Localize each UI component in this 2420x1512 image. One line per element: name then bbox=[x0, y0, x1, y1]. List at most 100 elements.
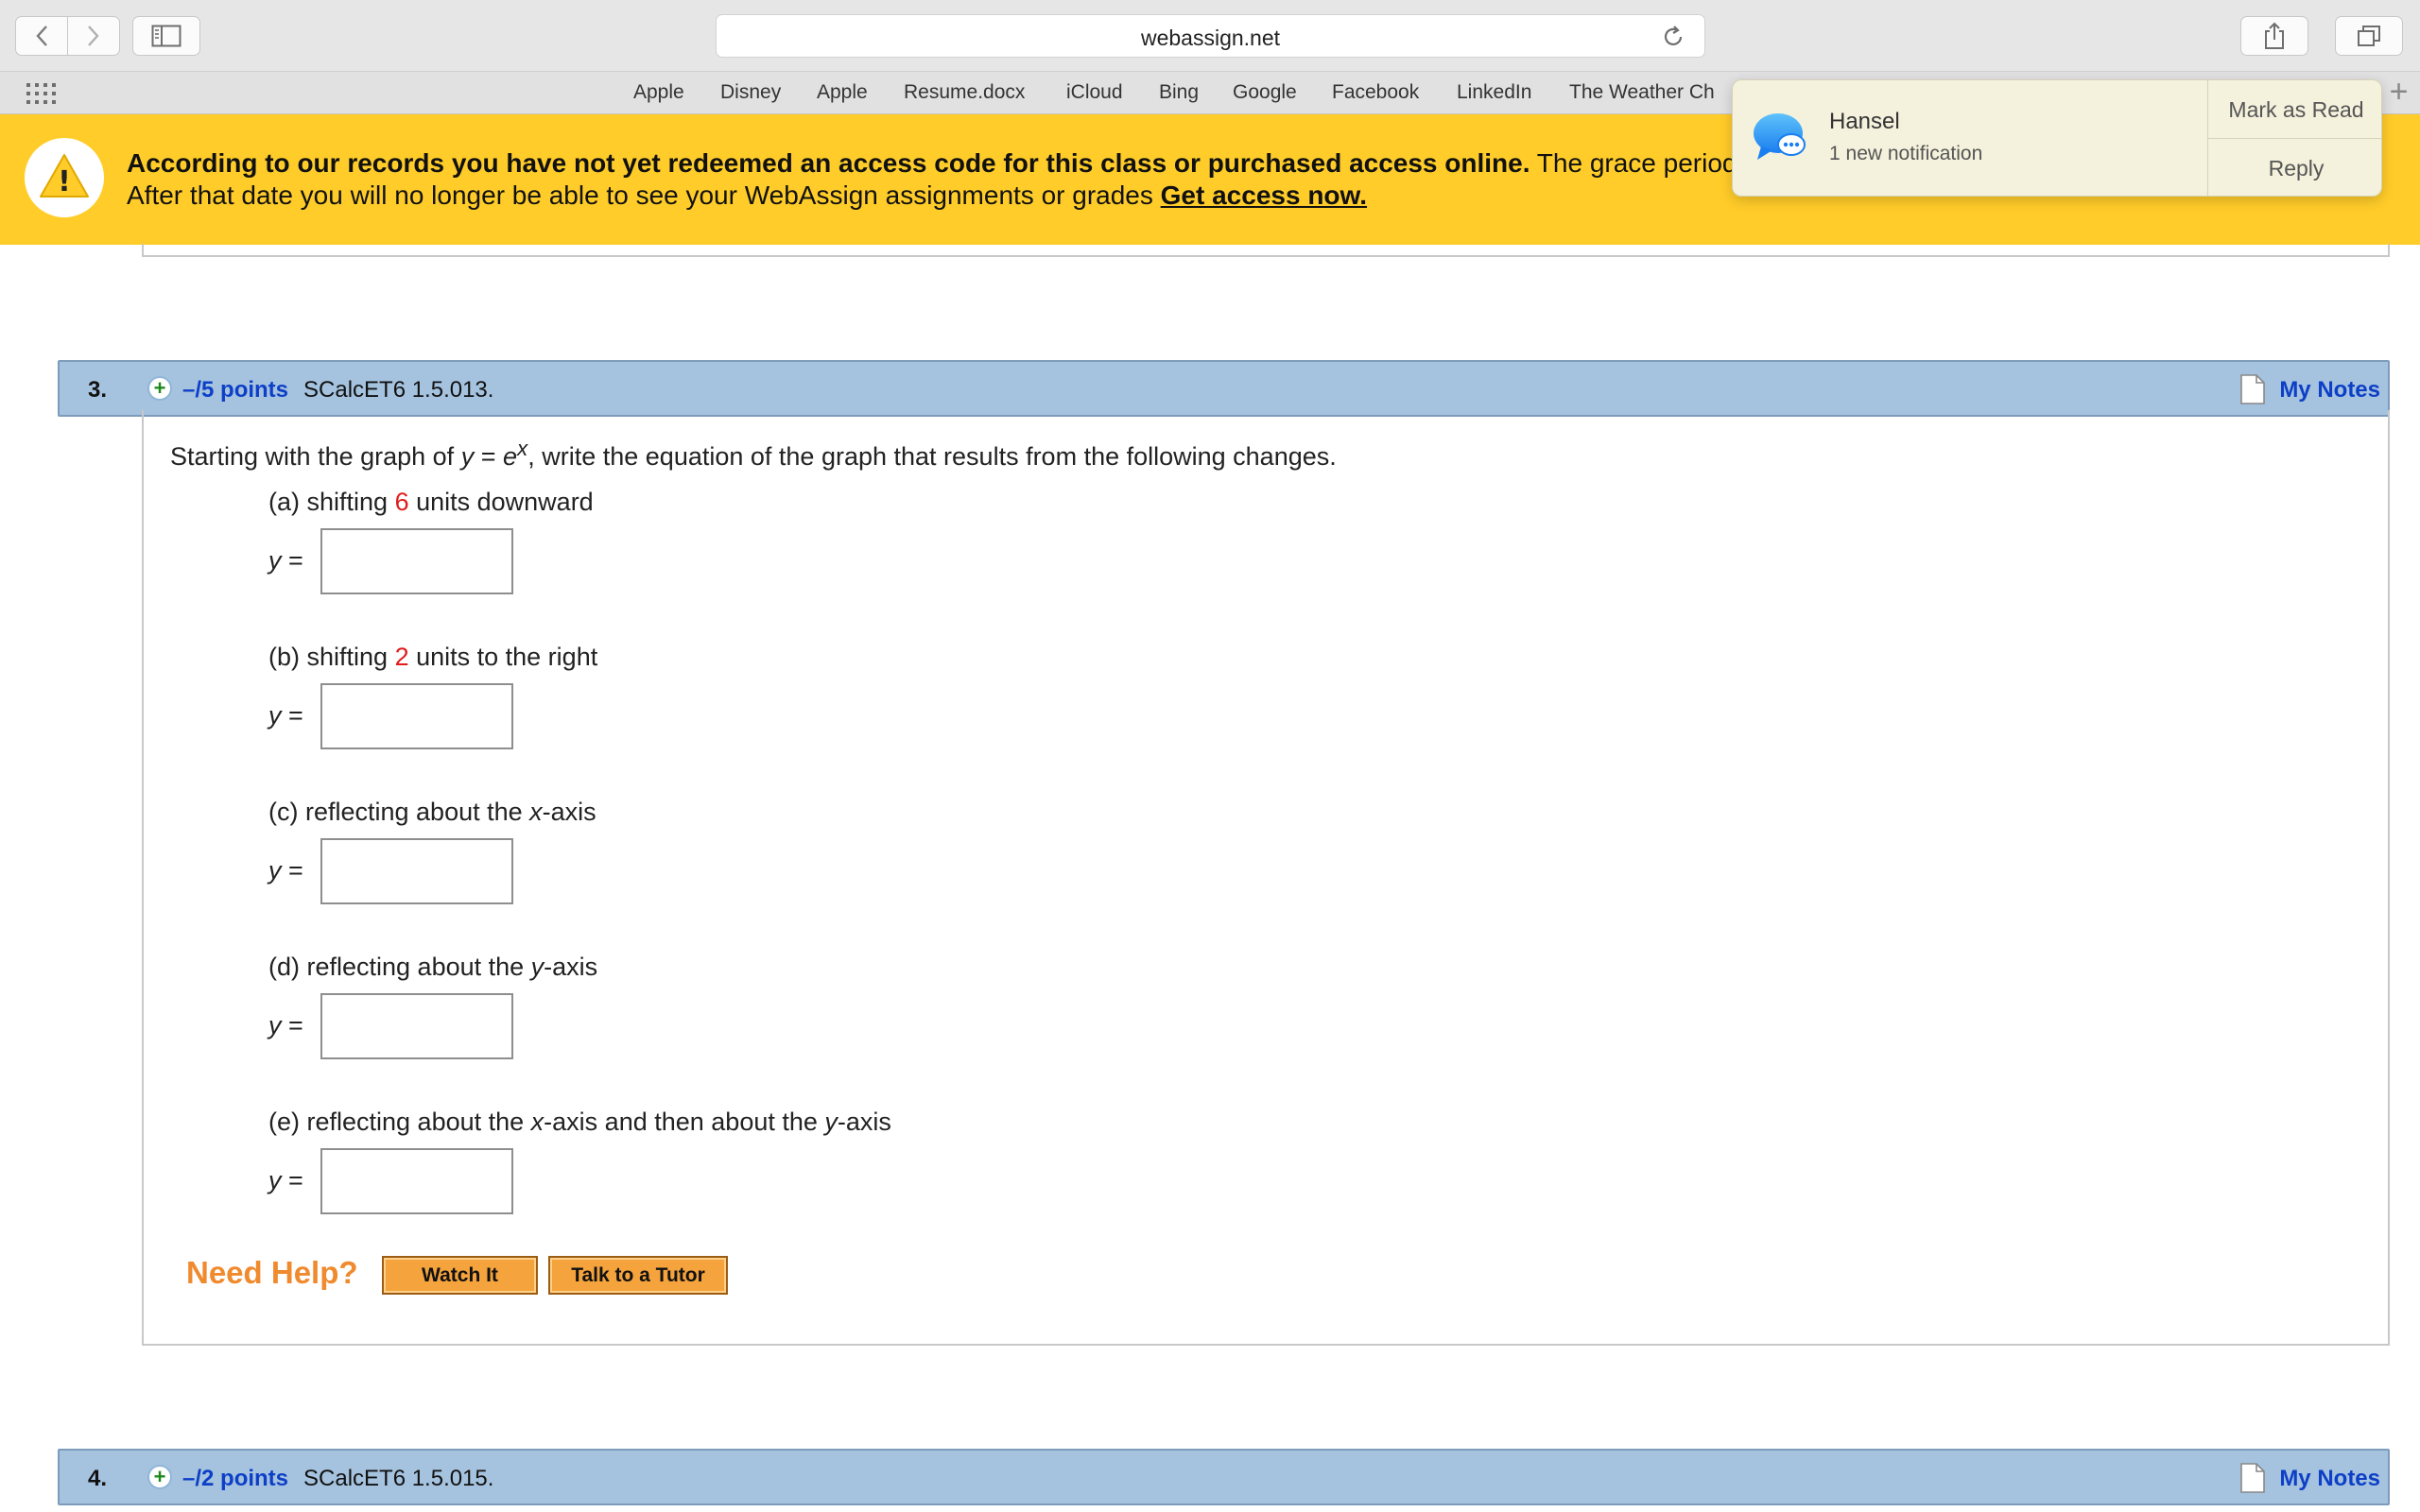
part-e-text-mid: -axis and then about the bbox=[544, 1108, 825, 1136]
answer-input-c[interactable] bbox=[320, 838, 513, 904]
warning-glyph: ! bbox=[58, 165, 71, 198]
question-3-header: 3. + –/5 points SCalcET6 1.5.013. My Not… bbox=[58, 360, 2390, 417]
part-a-text: (a) shifting bbox=[268, 488, 395, 516]
browser-toolbar: webassign.net bbox=[0, 0, 2420, 71]
expand-question-button[interactable]: + bbox=[147, 376, 172, 401]
favorite-icloud[interactable]: iCloud bbox=[1066, 81, 1123, 104]
banner-tail-text: The grace period bbox=[1530, 148, 1737, 178]
favorite-apple-2[interactable]: Apple bbox=[817, 81, 868, 104]
question-4-header: 4. + –/2 points SCalcET6 1.5.015. My Not… bbox=[58, 1449, 2390, 1505]
banner-bold-text: According to our records you have not ye… bbox=[127, 148, 1530, 178]
prompt-text-start: Starting with the graph of bbox=[170, 442, 461, 471]
favorite-apple[interactable]: Apple bbox=[633, 81, 684, 104]
favorite-disney[interactable]: Disney bbox=[720, 81, 781, 104]
part-c-label: (c) reflecting about the x-axis bbox=[268, 798, 596, 827]
plus-icon: + bbox=[153, 1465, 166, 1488]
answer-input-b[interactable] bbox=[320, 683, 513, 749]
prompt-var-y: y bbox=[460, 442, 475, 471]
url-text: webassign.net bbox=[1140, 26, 1281, 50]
notification-subtitle: 1 new notification bbox=[1829, 143, 1983, 164]
forward-button[interactable] bbox=[67, 16, 120, 56]
tabs-icon bbox=[2358, 26, 2380, 46]
equals-sign: = bbox=[281, 1011, 303, 1040]
messages-notification[interactable]: Hansel 1 new notification Mark as Read R… bbox=[1732, 79, 2382, 197]
back-chevron-icon bbox=[36, 26, 47, 46]
show-tabs-button[interactable] bbox=[2335, 16, 2403, 56]
part-b-text-end: units to the right bbox=[408, 643, 598, 671]
banner-message-line2: After that date you will no longer be ab… bbox=[127, 180, 1367, 211]
question-points[interactable]: –/2 points bbox=[182, 1466, 288, 1492]
sidebar-icon bbox=[151, 25, 182, 47]
part-d-label: (d) reflecting about the y-axis bbox=[268, 953, 597, 982]
favorite-facebook[interactable]: Facebook bbox=[1332, 81, 1419, 104]
banner-message-line1: According to our records you have not ye… bbox=[127, 148, 1737, 179]
share-button[interactable] bbox=[2240, 16, 2308, 56]
answer-input-a[interactable] bbox=[320, 528, 513, 594]
new-tab-button[interactable]: + bbox=[2377, 71, 2420, 114]
y-var: y bbox=[268, 1011, 282, 1040]
y-var: y bbox=[268, 546, 282, 575]
part-e-var: x bbox=[530, 1108, 544, 1136]
part-e-var2: y bbox=[824, 1108, 838, 1136]
forward-chevron-icon bbox=[88, 26, 99, 46]
note-icon bbox=[2240, 1463, 2265, 1493]
part-d-text: (d) reflecting about the bbox=[268, 953, 531, 981]
part-b-label: (b) shifting 2 units to the right bbox=[268, 643, 597, 672]
part-b-text: (b) shifting bbox=[268, 643, 395, 671]
messages-icon bbox=[1754, 113, 1806, 160]
favorite-bing[interactable]: Bing bbox=[1159, 81, 1199, 104]
warning-badge: ! bbox=[25, 138, 104, 217]
part-d-var: y bbox=[530, 953, 544, 981]
note-icon bbox=[2240, 374, 2265, 404]
reload-icon[interactable] bbox=[1661, 25, 1685, 49]
expand-question-button[interactable]: + bbox=[147, 1465, 172, 1489]
equals-sign: = bbox=[281, 701, 303, 730]
favorite-weather[interactable]: The Weather Ch bbox=[1569, 81, 1715, 104]
part-b-value: 2 bbox=[394, 643, 409, 671]
answer-input-e[interactable] bbox=[320, 1148, 513, 1214]
prompt-equals: = bbox=[474, 442, 503, 471]
favorite-linkedin[interactable]: LinkedIn bbox=[1457, 81, 1531, 104]
question-code: SCalcET6 1.5.013. bbox=[303, 377, 494, 403]
question-code: SCalcET6 1.5.015. bbox=[303, 1466, 494, 1491]
part-a-label: (a) shifting 6 units downward bbox=[268, 488, 594, 517]
mark-as-read-button[interactable]: Mark as Read bbox=[2208, 80, 2381, 139]
previous-question-box bbox=[142, 244, 2390, 257]
prompt-text-end: , write the equation of the graph that r… bbox=[527, 442, 1337, 471]
back-button[interactable] bbox=[15, 16, 68, 56]
y-var: y bbox=[268, 701, 282, 730]
prompt-exponent-x: x bbox=[517, 437, 528, 460]
get-access-link[interactable]: Get access now. bbox=[1161, 180, 1367, 210]
part-c-text-end: -axis bbox=[542, 798, 596, 826]
question-number: 4. bbox=[88, 1466, 108, 1491]
favorite-google[interactable]: Google bbox=[1233, 81, 1297, 104]
prompt-var-e: e bbox=[502, 442, 517, 471]
y-var: y bbox=[268, 856, 282, 885]
need-help-label: Need Help? bbox=[186, 1255, 358, 1290]
part-c-var: x bbox=[529, 798, 543, 826]
part-d-y-label: y = bbox=[268, 1011, 303, 1040]
answer-input-d[interactable] bbox=[320, 993, 513, 1059]
favorites-grid-icon[interactable] bbox=[26, 83, 57, 104]
reply-button[interactable]: Reply bbox=[2208, 139, 2381, 196]
sidebar-toggle-button[interactable] bbox=[132, 16, 200, 56]
address-bar[interactable]: webassign.net bbox=[716, 14, 1705, 58]
part-c-y-label: y = bbox=[268, 856, 303, 885]
my-notes-label: My Notes bbox=[2279, 377, 2380, 403]
banner-line2-text: After that date you will no longer be ab… bbox=[127, 180, 1161, 210]
favorite-resume[interactable]: Resume.docx bbox=[904, 81, 1025, 104]
part-a-y-label: y = bbox=[268, 546, 303, 576]
talk-to-tutor-button[interactable]: Talk to a Tutor bbox=[548, 1256, 728, 1295]
part-d-text-end: -axis bbox=[544, 953, 598, 981]
part-e-label: (e) reflecting about the x-axis and then… bbox=[268, 1108, 891, 1137]
part-a-value: 6 bbox=[394, 488, 409, 516]
notification-title: Hansel bbox=[1829, 109, 1900, 134]
question-points[interactable]: –/5 points bbox=[182, 377, 288, 404]
part-a-text-end: units downward bbox=[408, 488, 594, 516]
question-number: 3. bbox=[88, 377, 108, 403]
equals-sign: = bbox=[281, 1166, 303, 1194]
watch-it-button[interactable]: Watch It bbox=[382, 1256, 538, 1295]
notification-actions: Mark as Read Reply bbox=[2207, 80, 2381, 196]
part-e-text: (e) reflecting about the bbox=[268, 1108, 531, 1136]
share-icon bbox=[2265, 22, 2284, 49]
